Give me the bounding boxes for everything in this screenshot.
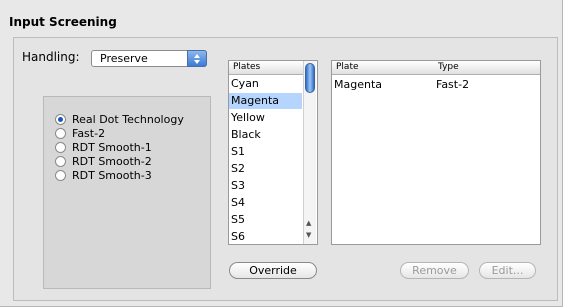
select-stepper-icon [187,50,207,67]
radio-rdt-smooth-3[interactable]: RDT Smooth-3 [55,169,152,182]
scroll-down-icon[interactable]: ▼ [306,231,311,239]
table-cell-plate: Magenta [334,78,383,91]
radio-label: RDT Smooth-3 [72,169,152,182]
plate-item-magenta[interactable]: Magenta [229,93,302,109]
plate-item-yellow[interactable]: Yellow [229,110,302,126]
radio-fast-2[interactable]: Fast-2 [55,127,105,140]
plates-list-header: Plates [229,61,303,75]
plate-type-table[interactable]: Plate Type Magenta Fast-2 [331,60,541,245]
radio-label: Fast-2 [72,127,106,140]
radio-button [55,156,66,167]
plate-item-s6[interactable]: S6 [229,229,302,244]
plates-scrollbar[interactable]: ▲ ▼ [303,61,316,244]
edit-button[interactable]: Edit... [479,262,536,279]
radio-real-dot-technology[interactable]: Real Dot Technology [55,113,184,126]
remove-button[interactable]: Remove [400,262,469,279]
table-cell-type: Fast-2 [436,78,470,91]
radio-button [55,170,66,181]
radio-button [55,128,66,139]
panel-title: Input Screening [9,15,117,29]
radio-label: RDT Smooth-2 [72,155,152,168]
column-header-plate: Plate [336,62,359,72]
column-header-type: Type [438,62,459,72]
radio-label: Real Dot Technology [72,113,184,126]
radio-label: RDT Smooth-1 [72,141,152,154]
input-screening-window: Input Screening Handling: Preserve Real … [0,0,563,307]
plate-item-cyan[interactable]: Cyan [229,76,302,92]
scrollbar-thumb[interactable] [305,63,315,93]
plate-item-s1[interactable]: S1 [229,144,302,160]
override-button[interactable]: Override [229,262,317,279]
handling-value: Preserve [100,52,148,65]
radio-button-selected [55,114,66,125]
plates-list[interactable]: Plates Cyan Magenta Yellow Black S1 S2 S… [228,60,318,245]
table-header: Plate Type [332,61,540,75]
scroll-up-icon[interactable]: ▲ [306,219,311,227]
plate-item-s4[interactable]: S4 [229,195,302,211]
plate-item-s3[interactable]: S3 [229,178,302,194]
plate-item-s5[interactable]: S5 [229,212,302,228]
plate-item-s2[interactable]: S2 [229,161,302,177]
handling-label: Handling: [22,50,80,64]
plate-item-black[interactable]: Black [229,127,302,143]
radio-button [55,142,66,153]
radio-rdt-smooth-1[interactable]: RDT Smooth-1 [55,141,152,154]
screening-method-panel: Real Dot Technology Fast-2 RDT Smooth-1 … [43,96,211,289]
radio-rdt-smooth-2[interactable]: RDT Smooth-2 [55,155,152,168]
handling-select[interactable]: Preserve [91,50,207,67]
